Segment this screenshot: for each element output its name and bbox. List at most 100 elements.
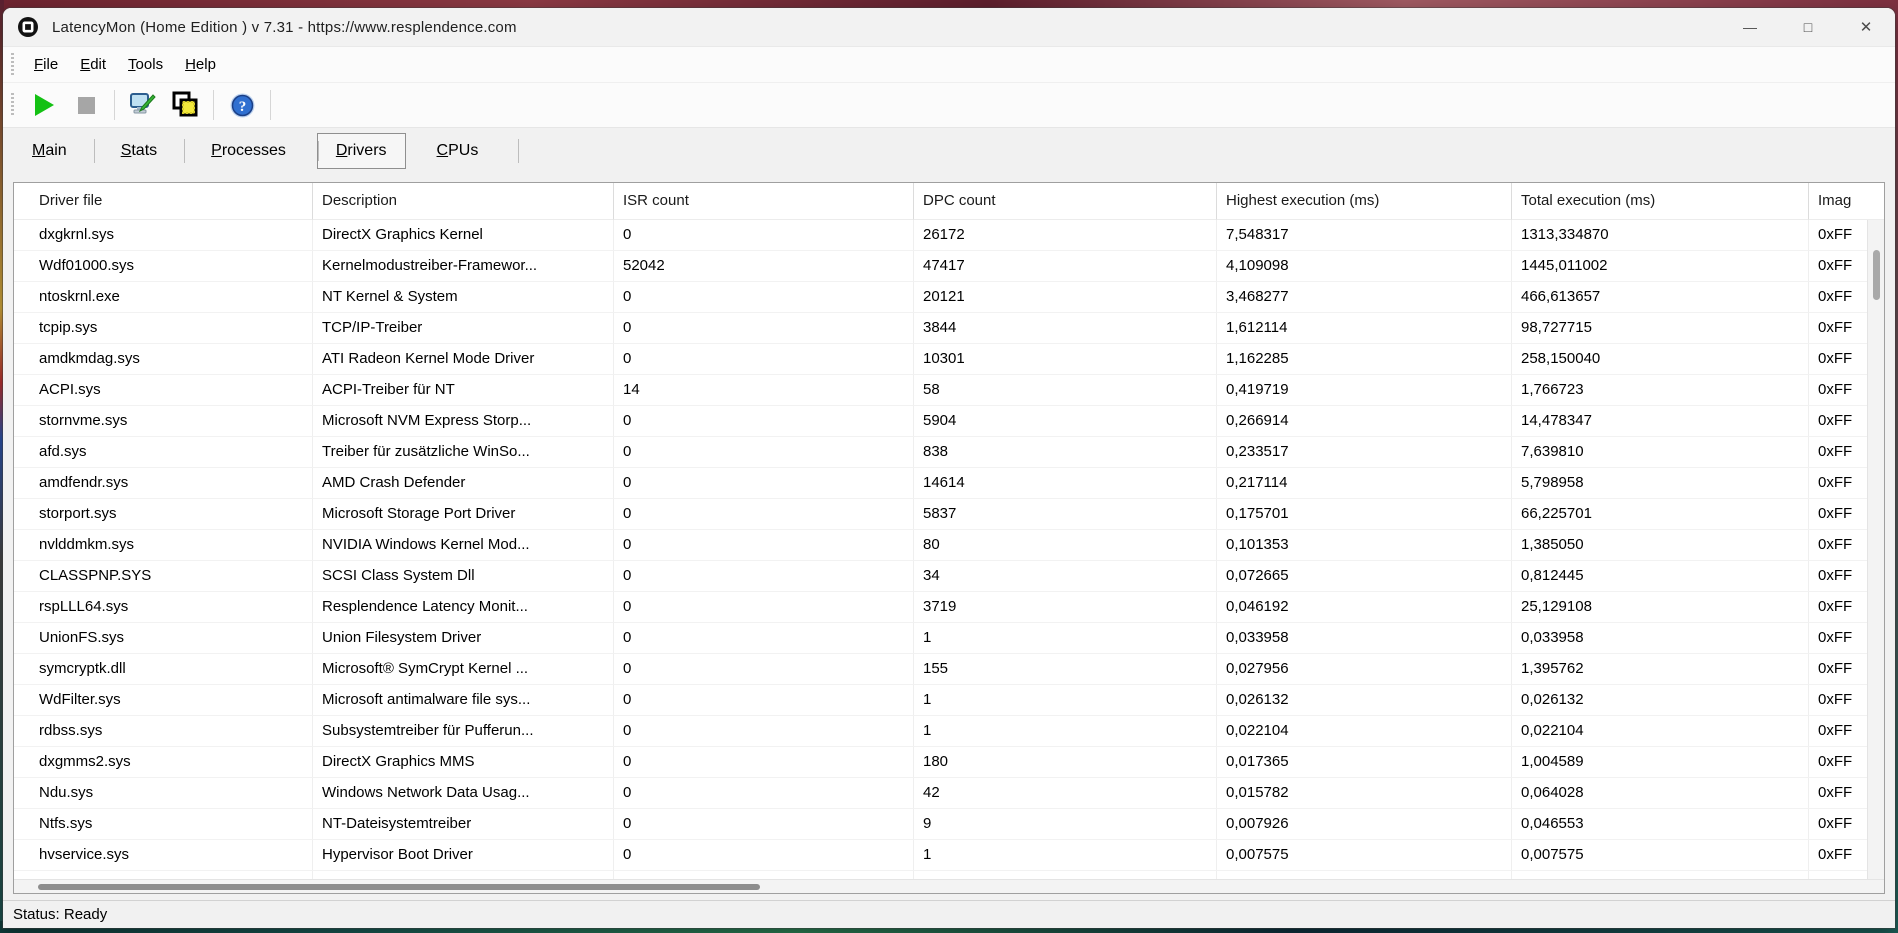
horizontal-scrollbar-thumb[interactable] (38, 884, 760, 890)
table-row[interactable]: nvlddmkm.sys NVIDIA Windows Kernel Mod..… (14, 530, 1884, 561)
monitor-pen-icon (130, 93, 156, 114)
column-header-image-base[interactable]: Imag (1809, 183, 1884, 220)
tab-stats[interactable]: Stats (93, 132, 184, 170)
menu-help[interactable]: Help (174, 50, 227, 79)
cell-dpc-count: 1 (914, 871, 1217, 879)
minimize-button[interactable]: — (1721, 8, 1779, 46)
cell-dpc-count: 1 (914, 685, 1217, 716)
cell-driver-file: storport.sys (14, 499, 313, 530)
table-row[interactable]: afd.sys Treiber für zusätzliche WinSo...… (14, 437, 1884, 468)
table-row[interactable]: CLASSPNP.SYS SCSI Class System Dll 0 34 … (14, 561, 1884, 592)
maximize-button[interactable]: □ (1779, 8, 1837, 46)
table-row[interactable]: UnionFS.sys Union Filesystem Driver 0 1 … (14, 623, 1884, 654)
close-button[interactable]: ✕ (1837, 8, 1895, 46)
cell-description: Windows Network Data Usag... (313, 778, 614, 809)
menu-edit[interactable]: Edit (69, 50, 117, 79)
cell-total-execution: 258,150040 (1512, 344, 1809, 375)
column-header-isr-count[interactable]: ISR count (614, 183, 914, 220)
cell-total-execution: 0,022104 (1512, 716, 1809, 747)
cell-description: Microsoft antimalware file sys... (313, 685, 614, 716)
toolbar-gripper[interactable] (11, 93, 14, 117)
cell-total-execution: 466,613657 (1512, 282, 1809, 313)
cell-highest-execution: 0,015782 (1217, 778, 1512, 809)
window-controls: — □ ✕ (1721, 8, 1895, 46)
cell-description: Resplendence Latency Monit... (313, 592, 614, 623)
column-header-dpc-count[interactable]: DPC count (914, 183, 1217, 220)
cell-description: TCP/IP-Treiber (313, 313, 614, 344)
cell-description: Kernelmodustreiber-Framewor... (313, 251, 614, 282)
table-row[interactable]: Ntfs.sys NT-Dateisystemtreiber 0 9 0,007… (14, 809, 1884, 840)
horizontal-scrollbar[interactable] (14, 879, 1884, 893)
tab-main[interactable]: Main (5, 132, 94, 170)
menu-file[interactable]: File (23, 50, 69, 79)
menubar-gripper[interactable] (11, 52, 14, 77)
table-row[interactable]: rdbss.sys Subsystemtreiber für Pufferun.… (14, 716, 1884, 747)
copy-report-button[interactable] (164, 87, 206, 123)
cell-driver-file: afd.sys (14, 437, 313, 468)
stop-monitor-button[interactable] (65, 87, 107, 123)
cell-driver-file: stornvme.sys (14, 406, 313, 437)
cell-isr-count: 0 (614, 313, 914, 344)
table-row[interactable]: ACPI.sys ACPI-Treiber für NT 14 58 0,419… (14, 375, 1884, 406)
column-header-driver-file[interactable]: Driver file (14, 183, 313, 220)
table-row[interactable]: dxgmms2.sys DirectX Graphics MMS 0 180 0… (14, 747, 1884, 778)
table-row[interactable]: Wdf01000.sys Kernelmodustreiber-Framewor… (14, 251, 1884, 282)
table-row[interactable]: amdfendr.sys AMD Crash Defender 0 14614 … (14, 468, 1884, 499)
table-row[interactable]: WdFilter.sys Microsoft antimalware file … (14, 685, 1884, 716)
cell-driver-file: symcryptk.dll (14, 654, 313, 685)
cell-total-execution: 98,727715 (1512, 313, 1809, 344)
table-row[interactable]: dxgkrnl.sys DirectX Graphics Kernel 0 26… (14, 220, 1884, 251)
cell-isr-count: 14 (614, 375, 914, 406)
cell-driver-file: amdfendr.sys (14, 468, 313, 499)
options-button[interactable] (122, 87, 164, 123)
vertical-scrollbar[interactable] (1867, 220, 1884, 879)
table-row[interactable]: Ndu.sys Windows Network Data Usag... 0 4… (14, 778, 1884, 809)
table-row[interactable]: symcryptk.dll Microsoft® SymCrypt Kernel… (14, 654, 1884, 685)
cell-highest-execution: 0,266914 (1217, 406, 1512, 437)
menu-tools[interactable]: Tools (117, 50, 174, 79)
cell-highest-execution: 0,101353 (1217, 530, 1512, 561)
cell-total-execution: 1313,334870 (1512, 220, 1809, 251)
vertical-scrollbar-thumb[interactable] (1873, 250, 1880, 300)
table-row[interactable]: amdkmdag.sys ATI Radeon Kernel Mode Driv… (14, 344, 1884, 375)
cell-description: NVIDIA Windows Kernel Mod... (313, 530, 614, 561)
start-monitor-button[interactable] (23, 87, 65, 123)
table-body: dxgkrnl.sys DirectX Graphics Kernel 0 26… (14, 220, 1884, 871)
cell-isr-count: 0 (614, 685, 914, 716)
table-row[interactable]: stornvme.sys Microsoft NVM Express Storp… (14, 406, 1884, 437)
cell-highest-execution: 1,612114 (1217, 313, 1512, 344)
help-button[interactable]: ? (221, 87, 263, 123)
cell-description: DirectX Graphics Kernel (313, 220, 614, 251)
cell-highest-execution: 0,022104 (1217, 716, 1512, 747)
cell-driver-file: CLASSPNP.SYS (14, 561, 313, 592)
table-row[interactable]: ntoskrnl.exe NT Kernel & System 0 20121 … (14, 282, 1884, 313)
column-header-description[interactable]: Description (313, 183, 614, 220)
cell-dpc-count: 1 (914, 623, 1217, 654)
cell-dpc-count: 3844 (914, 313, 1217, 344)
tab-drivers[interactable]: Drivers (316, 133, 406, 169)
column-header-total-execution[interactable]: Total execution (ms) (1512, 183, 1809, 220)
tab-cpus[interactable]: CPUs (410, 132, 520, 170)
cell-isr-count: 0 (614, 406, 914, 437)
table-row-partial[interactable]: BATTC.SYS Battery Class Driver 0 1 0,004… (14, 871, 1884, 879)
cell-total-execution: 66,225701 (1512, 499, 1809, 530)
menu-bar: File Edit Tools Help (3, 46, 1895, 82)
cell-isr-count: 0 (614, 623, 914, 654)
table-row[interactable]: tcpip.sys TCP/IP-Treiber 0 3844 1,612114… (14, 313, 1884, 344)
column-header-highest-execution[interactable]: Highest execution (ms) (1217, 183, 1512, 220)
cell-total-execution: 5,798958 (1512, 468, 1809, 499)
cell-isr-count: 0 (614, 220, 914, 251)
cell-dpc-count: 14614 (914, 468, 1217, 499)
cell-total-execution: 25,129108 (1512, 592, 1809, 623)
table-row[interactable]: rspLLL64.sys Resplendence Latency Monit.… (14, 592, 1884, 623)
cell-total-execution: 1445,011002 (1512, 251, 1809, 282)
cell-highest-execution: 0,007926 (1217, 809, 1512, 840)
cell-total-execution: 1,004589 (1512, 747, 1809, 778)
cell-description: DirectX Graphics MMS (313, 747, 614, 778)
table-row[interactable]: storport.sys Microsoft Storage Port Driv… (14, 499, 1884, 530)
cell-total-execution: 1,385050 (1512, 530, 1809, 561)
cell-dpc-count: 180 (914, 747, 1217, 778)
table-row[interactable]: hvservice.sys Hypervisor Boot Driver 0 1… (14, 840, 1884, 871)
tab-processes[interactable]: Processes (184, 132, 313, 170)
cell-driver-file: rspLLL64.sys (14, 592, 313, 623)
